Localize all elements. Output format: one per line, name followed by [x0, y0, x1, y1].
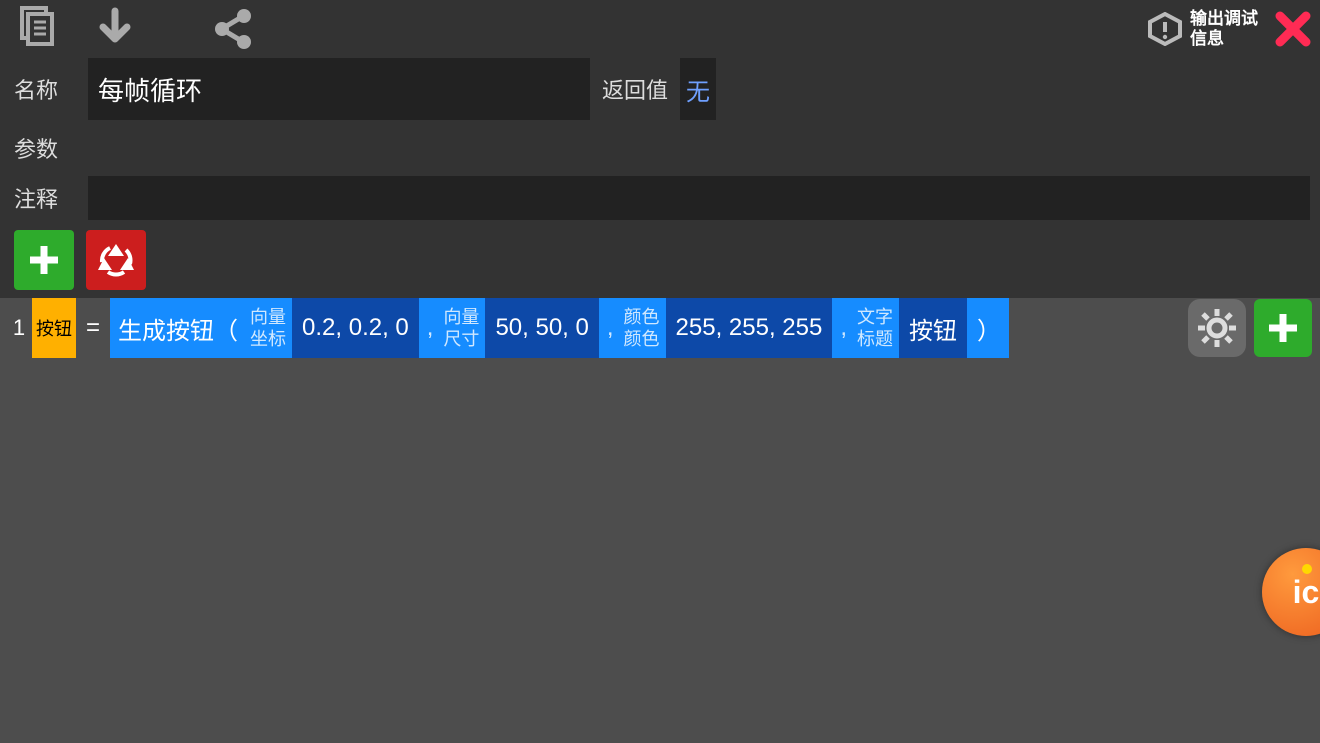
- function-name[interactable]: 生成按钮（: [110, 298, 246, 358]
- param-value[interactable]: 0.2, 0.2, 0: [292, 298, 419, 358]
- download-icon[interactable]: [86, 0, 144, 58]
- debug-label-2: 信息: [1190, 29, 1258, 49]
- params-label: 参数: [10, 132, 88, 164]
- recycle-button[interactable]: [86, 230, 146, 290]
- line-number: 1: [8, 315, 30, 341]
- param-label: 文字 标题: [853, 298, 897, 358]
- return-label: 返回值: [590, 73, 680, 105]
- expression[interactable]: 生成按钮（ 向量 坐标 0.2, 0.2, 0 , 向量 尺寸 50, 50, …: [110, 298, 1009, 358]
- add-button[interactable]: [14, 230, 74, 290]
- variable-chip[interactable]: 按钮: [32, 298, 76, 358]
- comment-input[interactable]: [88, 176, 1310, 220]
- bubble-text: ic: [1293, 574, 1320, 611]
- param-label: 向量 坐标: [246, 298, 290, 358]
- param-label: 颜色 颜色: [620, 298, 664, 358]
- plus-icon: [1264, 309, 1302, 347]
- comment-label: 注释: [10, 182, 88, 214]
- code-line[interactable]: 1 按钮 = 生成按钮（ 向量 坐标 0.2, 0.2, 0 , 向量 尺寸 5…: [0, 298, 1320, 358]
- share-icon[interactable]: [204, 0, 262, 58]
- param-value[interactable]: 255, 255, 255: [666, 298, 833, 358]
- comma: ,: [421, 314, 440, 342]
- debug-label-1: 输出调试: [1190, 9, 1258, 29]
- output-debug-button[interactable]: 输出调试 信息: [1148, 9, 1266, 49]
- close-paren: ）: [969, 298, 1009, 358]
- return-value-select[interactable]: 无: [680, 58, 716, 120]
- param-value[interactable]: 50, 50, 0: [485, 298, 598, 358]
- name-label: 名称: [10, 73, 88, 105]
- add-line-button[interactable]: [1254, 299, 1312, 357]
- close-icon[interactable]: [1274, 10, 1312, 48]
- alert-icon: [1148, 12, 1182, 46]
- comma: ,: [601, 314, 620, 342]
- name-input[interactable]: [88, 58, 590, 120]
- copy-icon[interactable]: [8, 0, 66, 58]
- comma: ,: [834, 314, 853, 342]
- param-label: 向量 尺寸: [439, 298, 483, 358]
- param-value[interactable]: 按钮: [899, 298, 967, 358]
- line-settings-button[interactable]: [1188, 299, 1246, 357]
- equals-sign: =: [76, 314, 110, 342]
- gear-icon: [1196, 307, 1238, 349]
